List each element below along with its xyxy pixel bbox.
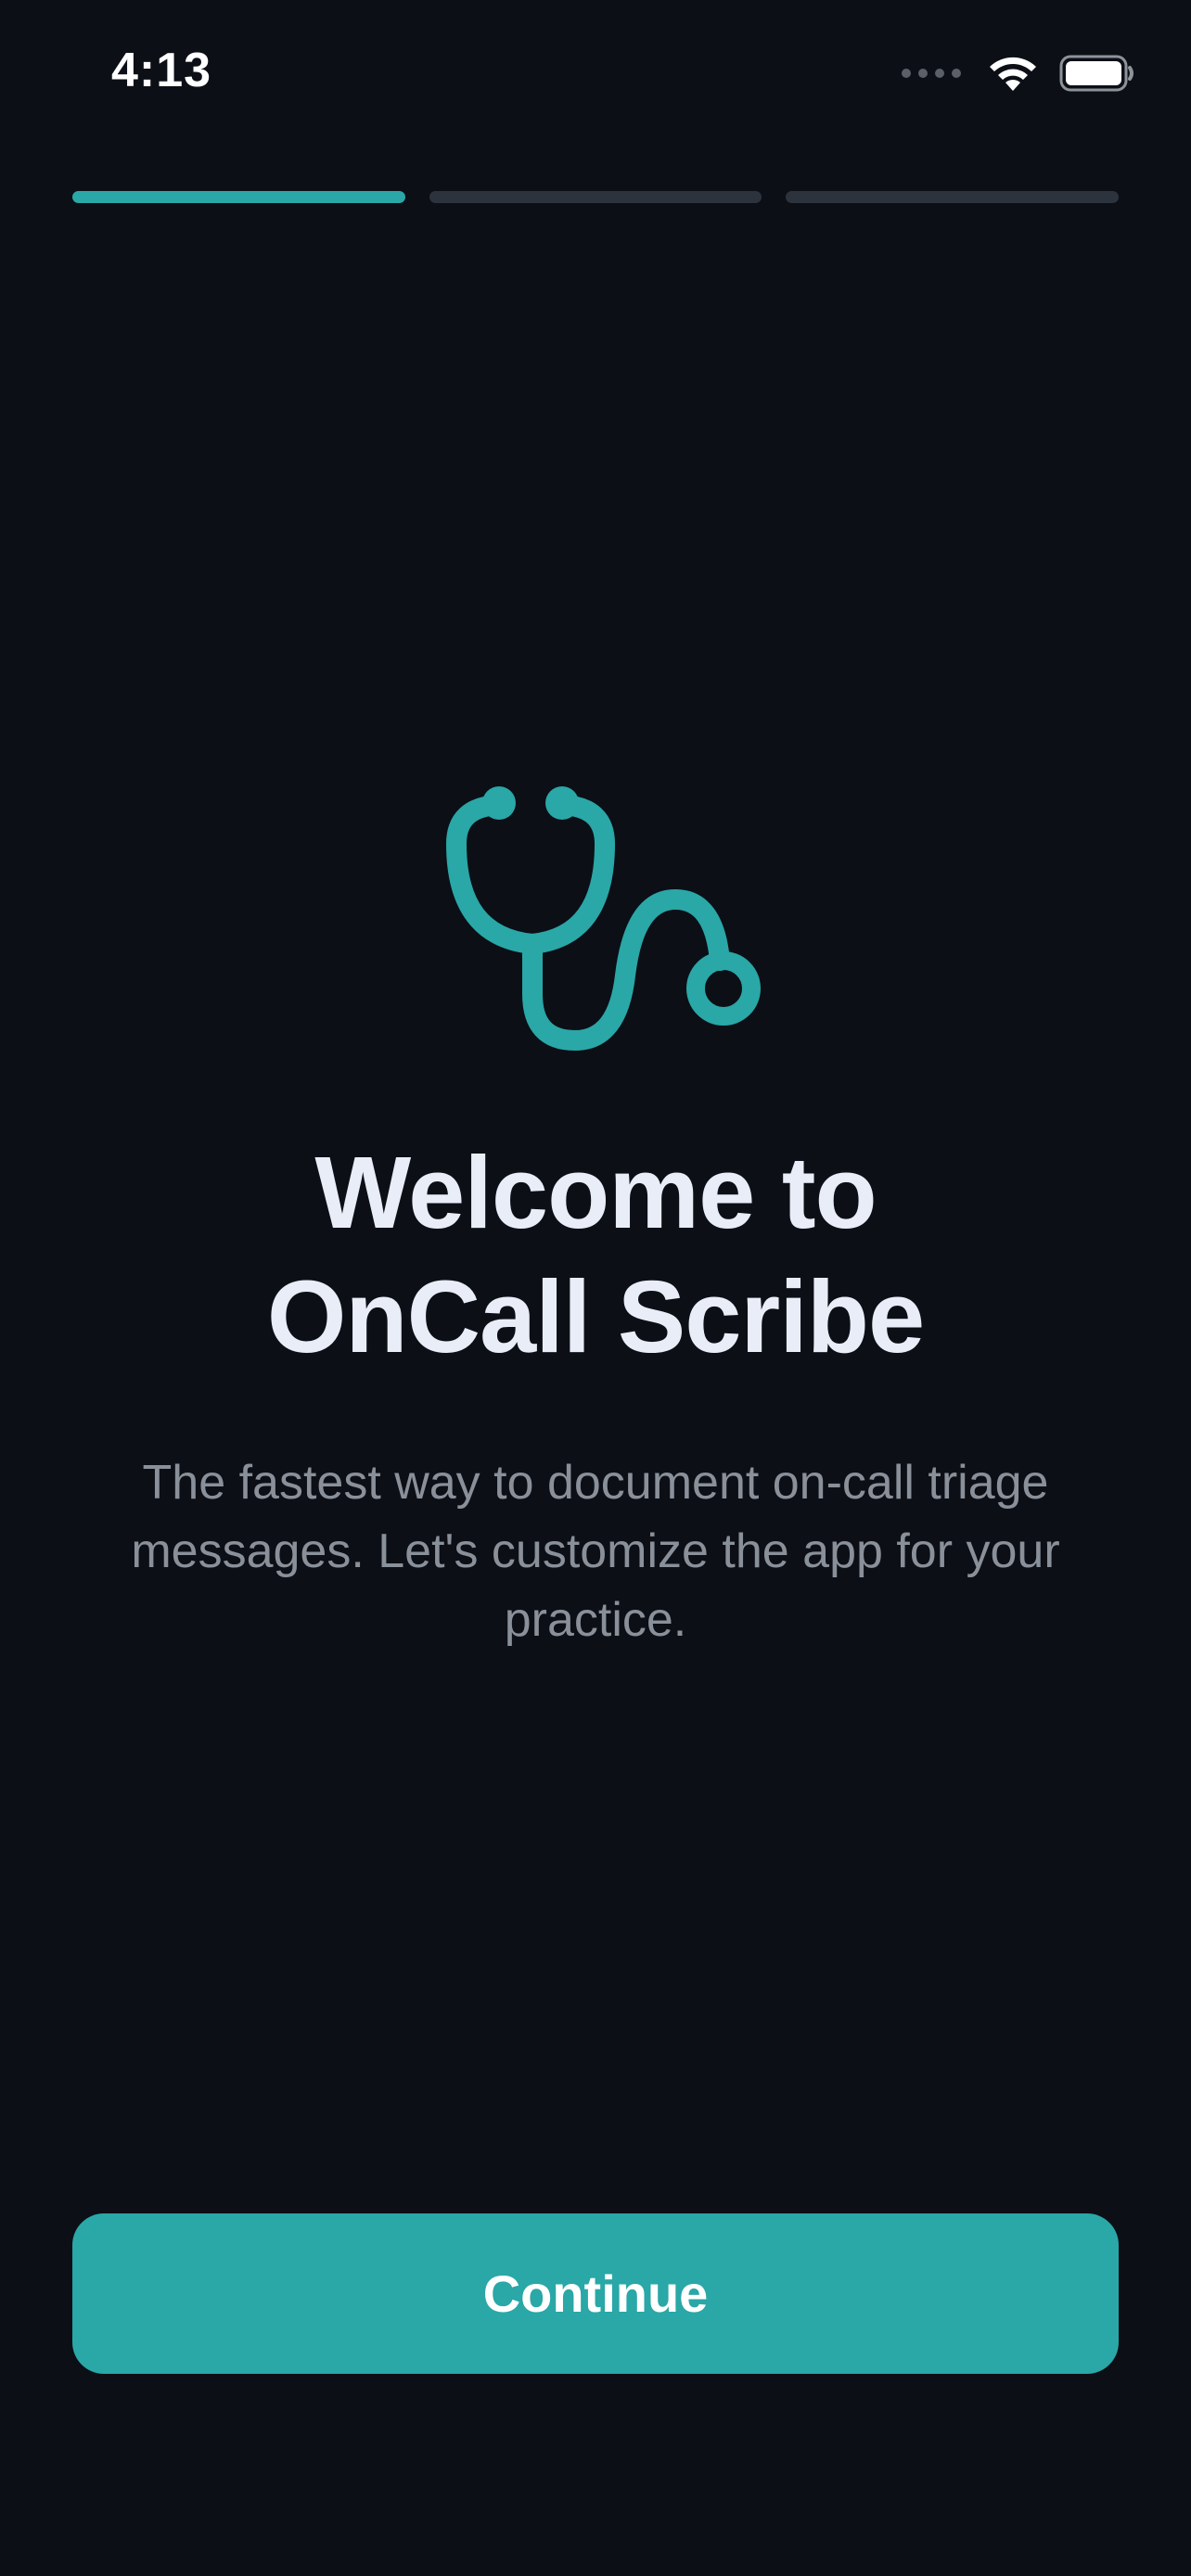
- progress-step-1: [72, 191, 405, 203]
- battery-icon: [1059, 55, 1133, 92]
- stethoscope-icon: [446, 786, 761, 1051]
- onboarding-progress: [72, 191, 1120, 203]
- status-bar: 4:13: [0, 0, 1191, 158]
- progress-step-2: [429, 191, 762, 203]
- title-line-1: Welcome to: [314, 1136, 877, 1250]
- title-line-2: OnCall Scribe: [266, 1260, 925, 1374]
- status-icons: [902, 54, 1135, 93]
- continue-button[interactable]: Continue: [72, 2213, 1119, 2374]
- wifi-icon: [990, 57, 1036, 91]
- onboarding-welcome-screen: 4:13 Welcome to OnCall Scribe The fastes…: [0, 0, 1191, 2576]
- status-time: 4:13: [111, 44, 212, 97]
- progress-step-3: [786, 191, 1120, 203]
- welcome-subtitle: The fastest way to document on-call tria…: [131, 1456, 1060, 1647]
- page-title: Welcome to OnCall Scribe: [0, 1131, 1191, 1380]
- signal-dots-icon: [902, 69, 961, 78]
